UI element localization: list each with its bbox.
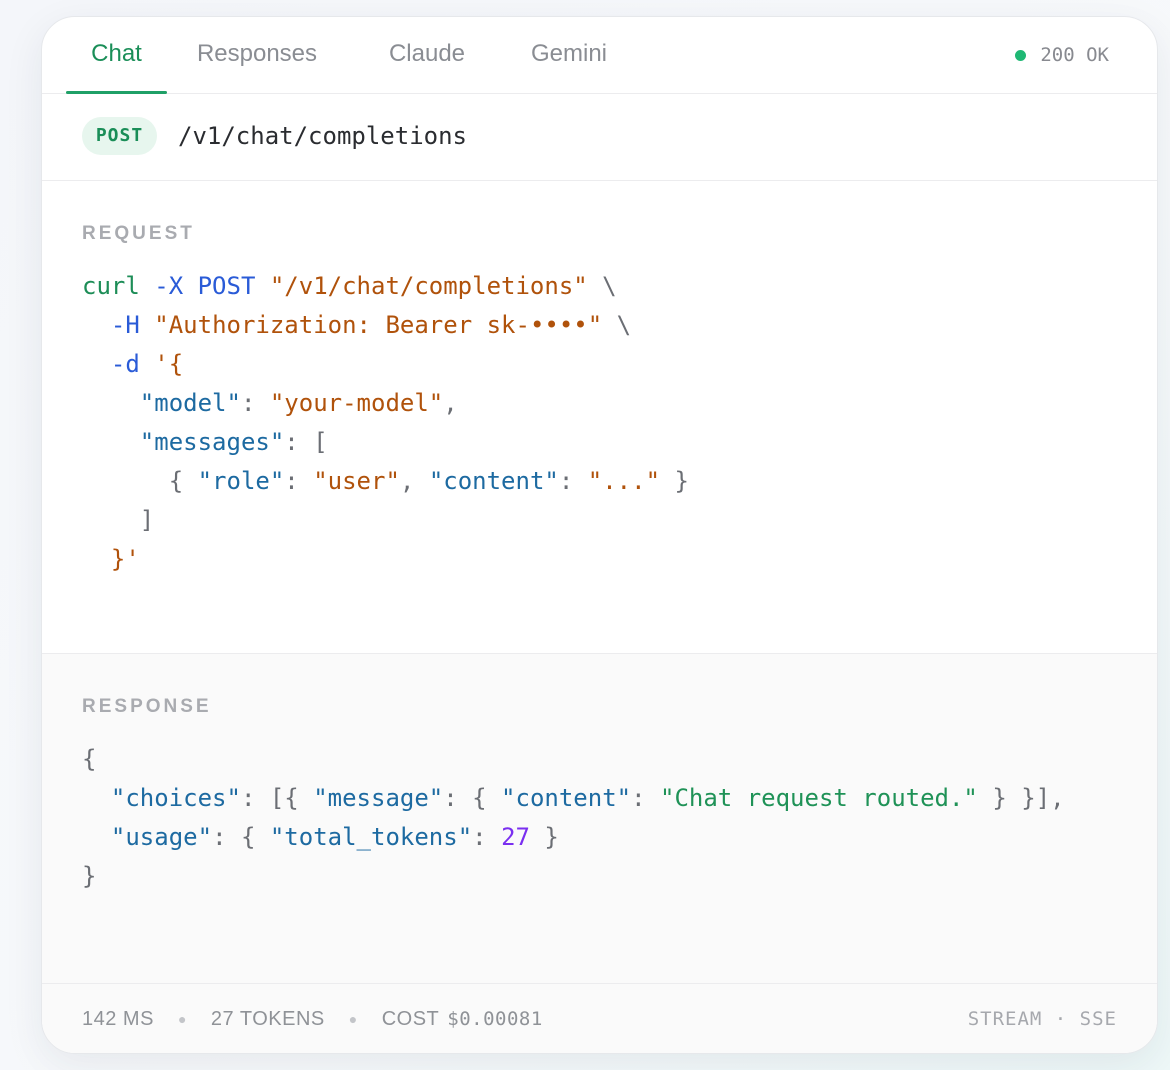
status-indicator: 200 OK [1015,41,1109,69]
code-token-punc: : [284,467,314,495]
code-token-punc: ] [82,506,155,534]
code-token-punc: : [631,784,660,812]
separator-dot-icon: ● [177,1011,187,1027]
code-token-str: "/v1/chat/completions" [269,272,588,300]
latency-value: 142 MS [82,1007,154,1030]
code-token-val: "Chat request routed." [660,784,978,812]
request-label: REQUEST [82,223,195,244]
code-token-key: "content" [428,467,559,495]
tokens-value: 27 TOKENS [210,1007,325,1030]
code-token-punc [82,428,140,456]
code-token-key: "model" [139,389,241,417]
code-token-punc [82,389,140,417]
request-line: }' [82,540,689,579]
cost-label: COST [381,1007,440,1030]
code-token-str: '{ [154,350,184,378]
request-line: "messages": [ [82,423,689,462]
code-token-punc: \ [587,272,617,300]
tab-responses[interactable]: Responses [187,17,327,93]
response-code-block: { "choices": [{ "message": { "content": … [82,740,1065,896]
code-token-punc [82,784,111,812]
status-dot-icon [1015,49,1027,61]
api-example-card: Chat Responses Claude Gemini 200 OK POST… [41,16,1158,1054]
code-token-punc: } [82,862,97,890]
request-line: -H "Authorization: Bearer sk-••••" \ [82,306,689,345]
cost-value: $0.00081 [447,1008,543,1030]
code-token-flag: -X POST [154,272,270,300]
request-code-block: curl -X POST "/v1/chat/completions" \ -H… [82,267,689,579]
code-token-key: "messages" [139,428,285,456]
code-token-punc [82,823,111,851]
code-token-key: "message" [313,784,444,812]
code-token-key: "content" [501,784,632,812]
endpoint-path: /v1/chat/completions [178,122,467,150]
code-token-num: 27 [501,823,530,851]
response-line: { [82,740,1065,779]
method-badge: POST [82,117,157,155]
request-line: ] [82,501,689,540]
code-token-punc: : [240,389,270,417]
status-text: 200 OK [1040,44,1109,66]
tab-bar: Chat Responses Claude Gemini 200 OK [42,17,1157,94]
code-token-punc [82,350,111,378]
separator-dot-icon: ● [348,1011,358,1027]
code-token-punc: , [399,467,429,495]
tab-gemini[interactable]: Gemini [519,17,619,93]
code-token-key: "total_tokens" [269,823,473,851]
response-section: RESPONSE { "choices": [{ "message": { "c… [42,653,1157,984]
response-line: "choices": [{ "message": { "content": "C… [82,779,1065,818]
code-token-flag: -H [110,311,155,339]
code-token-key: "choices" [110,784,241,812]
code-token-punc: : { [443,784,502,812]
code-token-key: "role" [197,467,285,495]
code-token-str: "user" [313,467,400,495]
request-line: -d '{ [82,345,689,384]
tab-claude[interactable]: Claude [377,17,477,93]
code-token-punc: : [ [284,428,328,456]
request-line: curl -X POST "/v1/chat/completions" \ [82,267,689,306]
code-token-punc: : { [212,823,270,851]
tab-chat[interactable]: Chat [66,17,167,94]
stream-mode: STREAM · SSE [967,1008,1117,1030]
code-token-punc: } [660,467,689,495]
request-metrics: 142 MS ● 27 TOKENS ● COST $0.00081 [82,984,543,1053]
code-token-str: "..." [587,467,661,495]
code-token-punc: : [{ [240,784,314,812]
code-token-str: }' [110,545,140,573]
endpoint-row: POST /v1/chat/completions [42,93,1157,181]
code-token-punc: , [443,389,458,417]
code-token-punc: : [558,467,588,495]
code-token-flag: -d [110,350,155,378]
request-line: "model": "your-model", [82,384,689,423]
code-token-punc: { [82,467,198,495]
footer-meta-bar: 142 MS ● 27 TOKENS ● COST $0.00081 STREA… [42,983,1157,1053]
code-token-str: "your-model" [269,389,444,417]
code-token-punc [82,311,111,339]
code-token-cmd: curl [82,272,155,300]
response-line: } [82,857,1065,896]
response-line: "usage": { "total_tokens": 27 } [82,818,1065,857]
request-line: { "role": "user", "content": "..." } [82,462,689,501]
response-label: RESPONSE [82,696,212,717]
code-token-punc: { [82,745,97,773]
code-token-punc: : [472,823,502,851]
code-token-key: "usage" [110,823,213,851]
code-token-punc: } [529,823,559,851]
code-token-punc: \ [602,311,632,339]
code-token-punc: } }], [977,784,1065,812]
code-token-str: "Authorization: Bearer sk-••••" [154,311,603,339]
code-token-punc [82,545,111,573]
